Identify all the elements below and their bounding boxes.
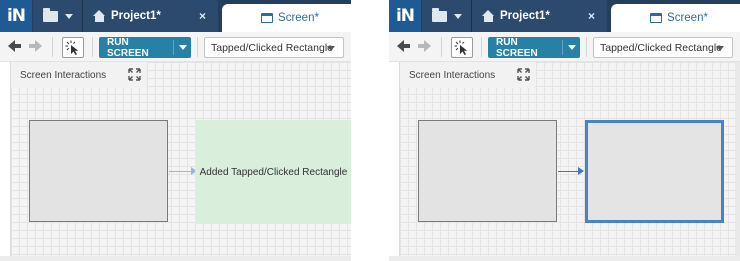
close-icon[interactable]: ×	[588, 9, 595, 23]
panel-title: Screen Interactions	[409, 69, 496, 81]
app-logo-icon[interactable]: iN	[0, 0, 32, 32]
target-rectangle[interactable]	[585, 120, 724, 223]
toolbar-divider	[197, 37, 198, 57]
connector-arrow	[558, 167, 584, 175]
select-cursor-icon	[65, 40, 79, 55]
folder-icon	[43, 7, 58, 22]
added-rect-label: Added Tapped/Clicked Rectangle	[199, 166, 348, 178]
event-type-select[interactable]: Tapped/Clicked Rectangle	[593, 37, 733, 58]
toolbar: RUN SCREEN Tapped/Clicked Rectangle	[389, 32, 740, 62]
added-tapped-rectangle[interactable]: Added Tapped/Clicked Rectangle	[195, 120, 351, 224]
tab-project[interactable]: Project1* ×	[471, 0, 607, 32]
screen-icon	[650, 13, 663, 23]
chevron-down-icon[interactable]	[568, 45, 576, 50]
toolbar-divider	[92, 37, 93, 57]
interactions-canvas[interactable]: Screen Interactions	[399, 62, 735, 256]
panel-title: Screen Interactions	[20, 69, 107, 81]
project-menu-button[interactable]	[33, 0, 83, 32]
tab-project[interactable]: Project1* ×	[82, 0, 218, 32]
back-arrow-icon[interactable]	[397, 39, 411, 53]
home-icon	[482, 10, 495, 22]
canvas-bottom-edge	[389, 256, 740, 261]
interactions-canvas[interactable]: Screen Interactions Added Tapped/Clicked…	[10, 62, 351, 256]
screen-interactions-header: Screen Interactions	[11, 62, 147, 88]
screen-interactions-header: Screen Interactions	[400, 62, 536, 88]
event-type-value: Tapped/Clicked Rectangle	[211, 41, 333, 54]
home-icon	[93, 10, 106, 22]
left-panel: iN Project1* × Screen* RUN SCREEN Tapped…	[0, 0, 351, 261]
button-split-divider	[173, 40, 174, 55]
button-split-divider	[562, 40, 563, 55]
expand-icon[interactable]	[128, 68, 141, 81]
run-screen-label: RUN SCREEN	[107, 36, 149, 59]
run-screen-button[interactable]: RUN SCREEN	[488, 36, 580, 59]
toolbar-divider	[441, 37, 442, 57]
tab-screen[interactable]: Screen*	[611, 4, 740, 32]
expand-icon[interactable]	[517, 68, 530, 81]
chevron-down-icon	[716, 46, 724, 51]
toolbar-divider	[481, 37, 482, 57]
forward-arrow-icon[interactable]	[417, 39, 431, 53]
chevron-down-icon[interactable]	[179, 45, 187, 50]
folder-icon	[432, 7, 447, 22]
right-panel: iN Project1* × Screen* RUN SCREEN Tapped…	[389, 0, 740, 261]
chevron-down-icon	[454, 13, 462, 19]
toolbar-divider	[586, 37, 587, 57]
toolbar-divider	[52, 37, 53, 57]
toolbar: RUN SCREEN Tapped/Clicked Rectangle	[0, 32, 351, 62]
run-screen-label: RUN SCREEN	[496, 36, 538, 59]
select-tool-button[interactable]	[451, 37, 473, 58]
close-icon[interactable]: ×	[199, 9, 206, 23]
arrowhead	[578, 167, 584, 175]
connector-arrow	[169, 167, 197, 175]
select-tool-button[interactable]	[62, 37, 84, 58]
forward-arrow-icon[interactable]	[28, 39, 42, 53]
project-menu-button[interactable]	[422, 0, 472, 32]
tab-bar: iN Project1* × Screen*	[389, 0, 740, 32]
chevron-down-icon	[65, 13, 73, 19]
canvas-bottom-edge	[0, 256, 351, 261]
screen-rect[interactable]	[418, 120, 557, 222]
screen-icon	[261, 13, 274, 23]
select-cursor-icon	[454, 40, 468, 55]
project-tab-label: Project1*	[500, 10, 550, 22]
chevron-down-icon	[327, 46, 335, 51]
tab-bar: iN Project1* × Screen*	[0, 0, 351, 32]
back-arrow-icon[interactable]	[8, 39, 22, 53]
event-type-value: Tapped/Clicked Rectangle	[600, 41, 722, 54]
project-tab-label: Project1*	[111, 10, 161, 22]
run-screen-button[interactable]: RUN SCREEN	[99, 36, 191, 59]
event-type-select[interactable]: Tapped/Clicked Rectangle	[204, 37, 344, 58]
app-logo-icon[interactable]: iN	[389, 0, 421, 32]
screen-rect[interactable]	[29, 120, 168, 222]
screen-tab-label: Screen*	[667, 12, 708, 24]
canvas-right-edge	[735, 62, 740, 256]
tab-screen[interactable]: Screen*	[222, 4, 351, 32]
screen-tab-label: Screen*	[278, 12, 319, 24]
